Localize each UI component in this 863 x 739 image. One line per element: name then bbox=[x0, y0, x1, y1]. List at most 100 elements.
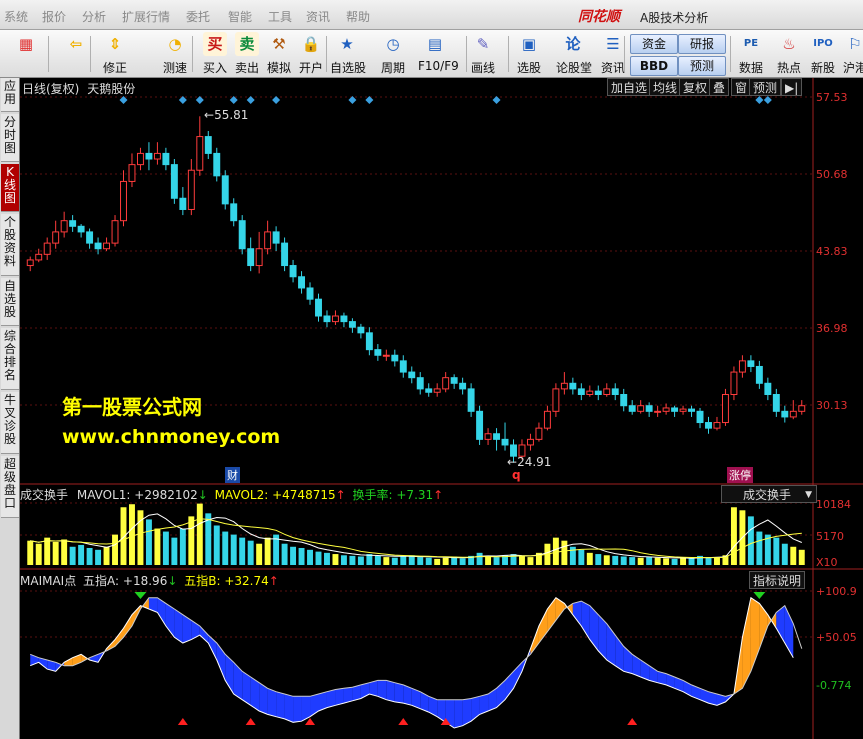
toolbar-button-21[interactable]: IPO 新股 bbox=[806, 32, 840, 76]
toolbar-button-12[interactable]: ▣ 选股 bbox=[512, 32, 546, 76]
toolbar-label-9: 周期 bbox=[380, 61, 405, 75]
toolbar-button-10[interactable]: ▤ F10/F9 bbox=[418, 32, 459, 76]
volume-bar bbox=[747, 516, 754, 565]
toolbar-button-13[interactable]: 论论股堂 bbox=[556, 32, 592, 76]
candle-body bbox=[789, 410, 797, 418]
news-icon: ☰ bbox=[606, 35, 620, 53]
toolbar-button-7[interactable]: 🔒 开户 bbox=[294, 32, 328, 76]
menu-item-5[interactable]: 智能 bbox=[228, 8, 252, 25]
toolbar-button-8[interactable]: ★ 自选股 bbox=[330, 32, 366, 76]
volume-bar bbox=[137, 510, 144, 565]
header-button-4[interactable]: 窗 bbox=[731, 78, 752, 96]
toolbar-button-1[interactable]: ⇦ bbox=[58, 32, 94, 76]
candle-body bbox=[781, 410, 789, 418]
stock-name: 天鹅股份 bbox=[87, 82, 136, 96]
arrow-left-icon: ← bbox=[204, 108, 215, 122]
event-zhang-badge[interactable]: 涨停 bbox=[727, 467, 753, 483]
candle-body bbox=[204, 136, 212, 154]
header-button-2[interactable]: 复权 bbox=[679, 78, 712, 96]
toolbar-label-21: 新股 bbox=[810, 61, 835, 75]
volume-bar bbox=[129, 504, 135, 565]
indicator-band bbox=[199, 626, 209, 644]
candle-body bbox=[747, 360, 755, 367]
menu-item-6[interactable]: 工具 bbox=[268, 8, 292, 25]
volume-bar bbox=[798, 549, 805, 565]
menu-item-4[interactable]: 委托 bbox=[186, 8, 210, 25]
toolbar-button-2[interactable]: ⇕ 修正 bbox=[98, 32, 132, 76]
menu-item-1[interactable]: 报价 bbox=[42, 8, 66, 25]
menu-item-7[interactable]: 资讯 bbox=[306, 8, 330, 25]
volume-bar bbox=[154, 528, 161, 565]
volume-bar bbox=[595, 554, 602, 565]
side-tab-3[interactable]: 个股资料 bbox=[1, 214, 19, 276]
header-button-0[interactable]: 加自选 bbox=[607, 78, 652, 96]
volume-bar bbox=[27, 540, 34, 565]
candle-body bbox=[637, 405, 645, 412]
menu-item-0[interactable]: 系统 bbox=[4, 8, 28, 25]
volume-selector[interactable]: 成交换手 ▼ bbox=[721, 485, 817, 503]
side-tab-1[interactable]: 分时图 bbox=[1, 114, 19, 162]
side-tab-0[interactable]: 应用 bbox=[1, 78, 19, 112]
toolbar-button-16[interactable]: BBD bbox=[630, 56, 678, 76]
menu-item-8[interactable]: 帮助 bbox=[346, 8, 370, 25]
menu-item-2[interactable]: 分析 bbox=[82, 8, 106, 25]
toolbar-separator bbox=[192, 36, 193, 72]
indicator-name: MAIMAI点 bbox=[20, 574, 77, 588]
side-tab-5[interactable]: 综合排名 bbox=[1, 328, 19, 390]
chevron-down-icon: ▼ bbox=[805, 490, 812, 500]
marker-q[interactable]: q bbox=[512, 468, 521, 482]
side-tab-4[interactable]: 自选股 bbox=[1, 278, 19, 326]
candle-body bbox=[628, 405, 636, 412]
mavol1-line bbox=[30, 513, 802, 559]
side-tab-6[interactable]: 牛叉诊股 bbox=[1, 392, 19, 454]
menu-item-3[interactable]: 扩展行情 bbox=[122, 8, 170, 25]
indicator-help-button[interactable]: 指标说明 bbox=[749, 571, 806, 589]
mavol1-value: +2982102 bbox=[134, 488, 198, 502]
toolbar-button-15[interactable]: 资金 bbox=[630, 34, 678, 54]
toolbar-button-19[interactable]: PE 数据 bbox=[734, 32, 768, 76]
volume-bar bbox=[239, 537, 246, 565]
event-cai-badge[interactable]: 财 bbox=[225, 467, 240, 483]
buy-signal-icon bbox=[627, 718, 638, 725]
candle-body bbox=[543, 410, 551, 429]
high-annotation: ←55.81 bbox=[204, 108, 248, 122]
candle-body bbox=[111, 220, 119, 244]
ipo-icon: IPO bbox=[813, 38, 833, 49]
header-button-3[interactable]: 叠 bbox=[709, 78, 730, 96]
expand-arrow-icon[interactable]: ▶| bbox=[781, 78, 803, 96]
volume-bar bbox=[374, 555, 381, 565]
volume-bar bbox=[44, 537, 51, 565]
indicator-b-value: +32.74 bbox=[224, 574, 269, 588]
toolbar-separator bbox=[48, 36, 49, 72]
toolbar-button-0[interactable]: ▦ bbox=[8, 32, 44, 76]
toolbar-label-11: 画线 bbox=[470, 61, 495, 75]
header-button-5[interactable]: 预测 bbox=[749, 78, 782, 96]
volume-bar bbox=[485, 555, 492, 565]
toolbar-button-18[interactable]: 预测 bbox=[678, 56, 726, 76]
toolbar-button-3[interactable]: ◔ 测速 bbox=[158, 32, 192, 76]
toolbar-button-20[interactable]: ♨ 热点 bbox=[772, 32, 806, 76]
app-title: A股技术分析 bbox=[640, 11, 709, 25]
toolbar-button-5[interactable]: 卖卖出 bbox=[230, 32, 264, 76]
header-button-1[interactable]: 均线 bbox=[649, 78, 682, 96]
side-tab-7[interactable]: 超级盘口 bbox=[1, 456, 19, 518]
toolbar-button-4[interactable]: 买买入 bbox=[198, 32, 232, 76]
side-tab-2[interactable]: K线图 bbox=[1, 164, 19, 212]
sell-signal-icon bbox=[134, 592, 147, 599]
stock-picker-icon: ▣ bbox=[521, 35, 537, 53]
volume-bar bbox=[213, 525, 220, 565]
volume-bar bbox=[459, 558, 466, 565]
toolbar-button-11[interactable]: ✎ 画线 bbox=[466, 32, 500, 76]
toolbar-button-9[interactable]: ◷ 周期 bbox=[376, 32, 410, 76]
volume-bar bbox=[671, 558, 678, 565]
toolbar-button-22[interactable]: ⚐ 沪港 bbox=[838, 32, 863, 76]
candle-body bbox=[535, 427, 543, 440]
toolbar-button-17[interactable]: 研报 bbox=[678, 34, 726, 54]
toolbar-button-6[interactable]: ⚒ 模拟 bbox=[262, 32, 296, 76]
volume-bar bbox=[95, 549, 102, 565]
toolbar-separator bbox=[508, 36, 509, 72]
lock-icon: 🔒 bbox=[301, 35, 321, 53]
toolbar-label-16: BBD bbox=[639, 59, 669, 73]
buy-signal-icon bbox=[177, 718, 188, 725]
candle-body bbox=[238, 220, 246, 250]
